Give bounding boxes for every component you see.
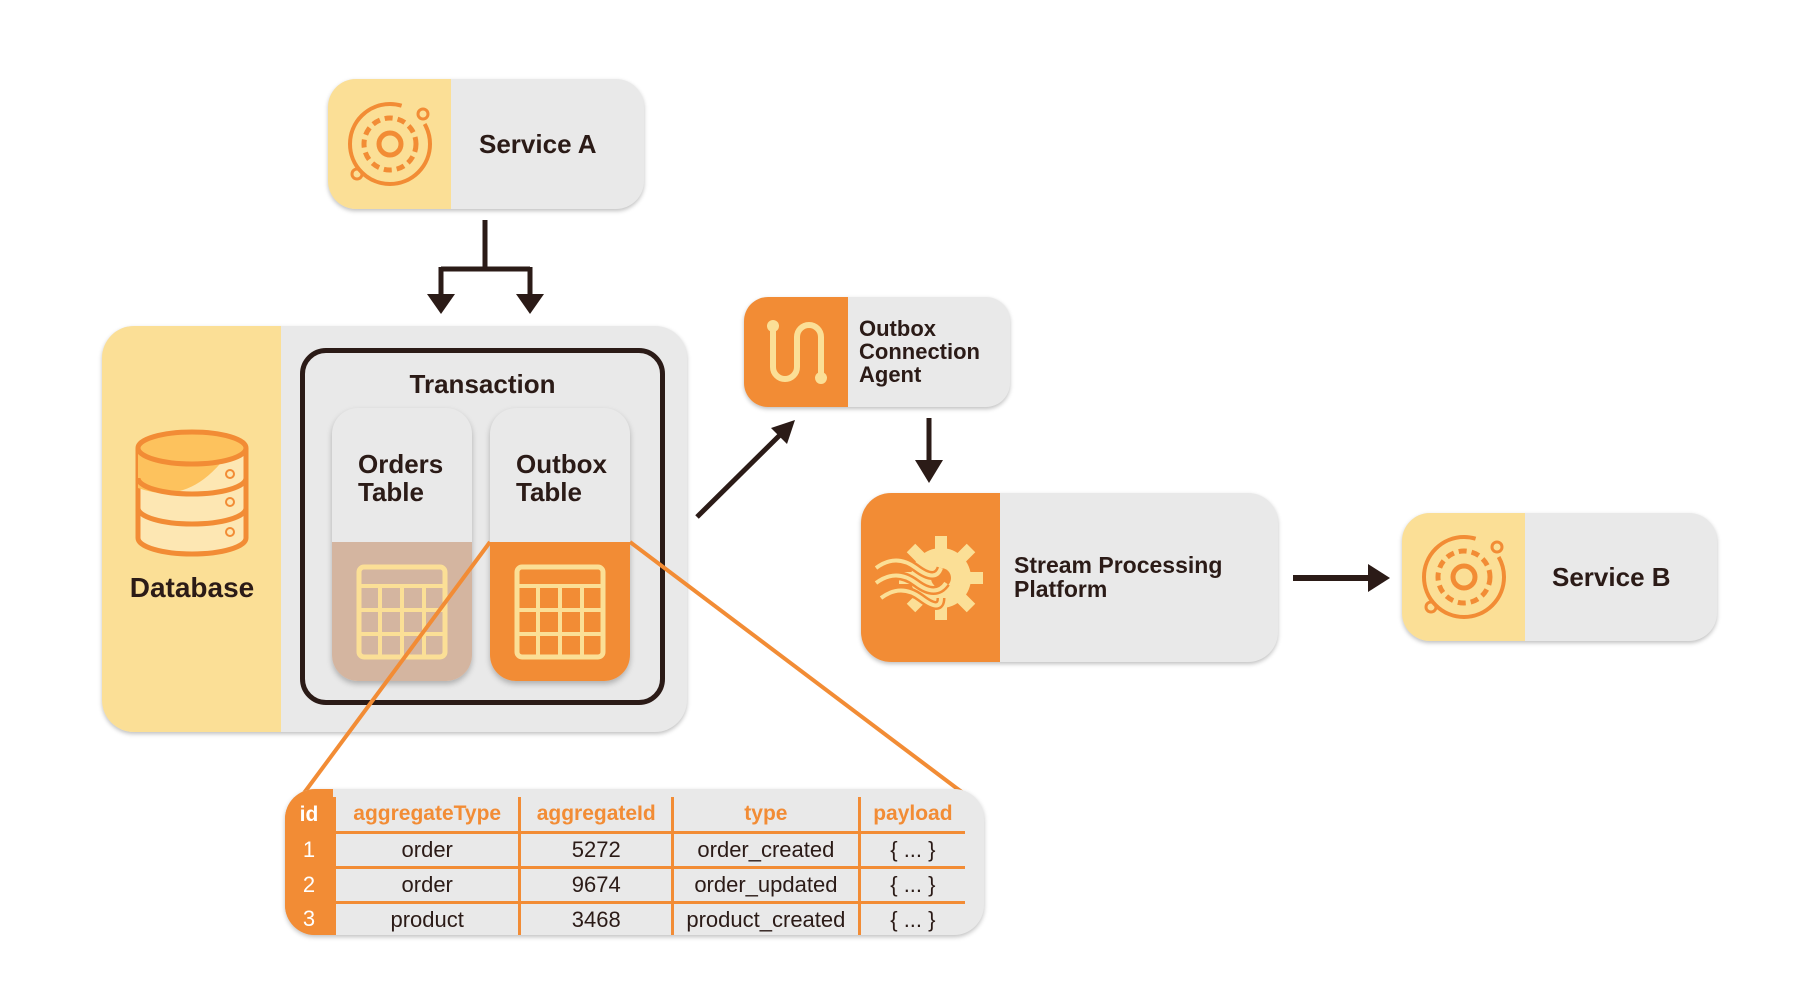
- table-row: 1 order 5272 order_created { ... }: [285, 831, 965, 868]
- cell-type: order_created: [671, 831, 860, 868]
- cell-type: product_created: [671, 901, 860, 935]
- column-header-type: type: [671, 797, 860, 833]
- cell-aggregatetype: product: [332, 901, 520, 935]
- table-row: 2 order 9674 order_updated { ... }: [285, 866, 965, 903]
- cell-payload: { ... }: [857, 831, 965, 868]
- cell-aggregateid: 9674: [518, 866, 673, 903]
- cell-aggregatetype: order: [332, 866, 520, 903]
- cell-type: order_updated: [671, 866, 860, 903]
- column-header-aggregateid: aggregateId: [518, 797, 673, 833]
- cell-aggregateid: 3468: [518, 901, 673, 935]
- cell-id: 1: [285, 832, 335, 868]
- cell-id: 3: [285, 902, 335, 935]
- cell-aggregatetype: order: [332, 831, 520, 868]
- cell-aggregateid: 5272: [518, 831, 673, 868]
- column-header-id: id: [285, 797, 335, 833]
- table-header-row: id aggregateType aggregateId type payloa…: [285, 797, 965, 833]
- cell-payload: { ... }: [857, 901, 965, 935]
- column-header-aggregatetype: aggregateType: [332, 797, 520, 833]
- cell-payload: { ... }: [857, 866, 965, 903]
- table-row: 3 product 3468 product_created { ... }: [285, 901, 965, 935]
- column-header-payload: payload: [857, 797, 965, 833]
- outbox-table-detail: id aggregateType aggregateId type payloa…: [285, 789, 984, 935]
- cell-id: 2: [285, 867, 335, 903]
